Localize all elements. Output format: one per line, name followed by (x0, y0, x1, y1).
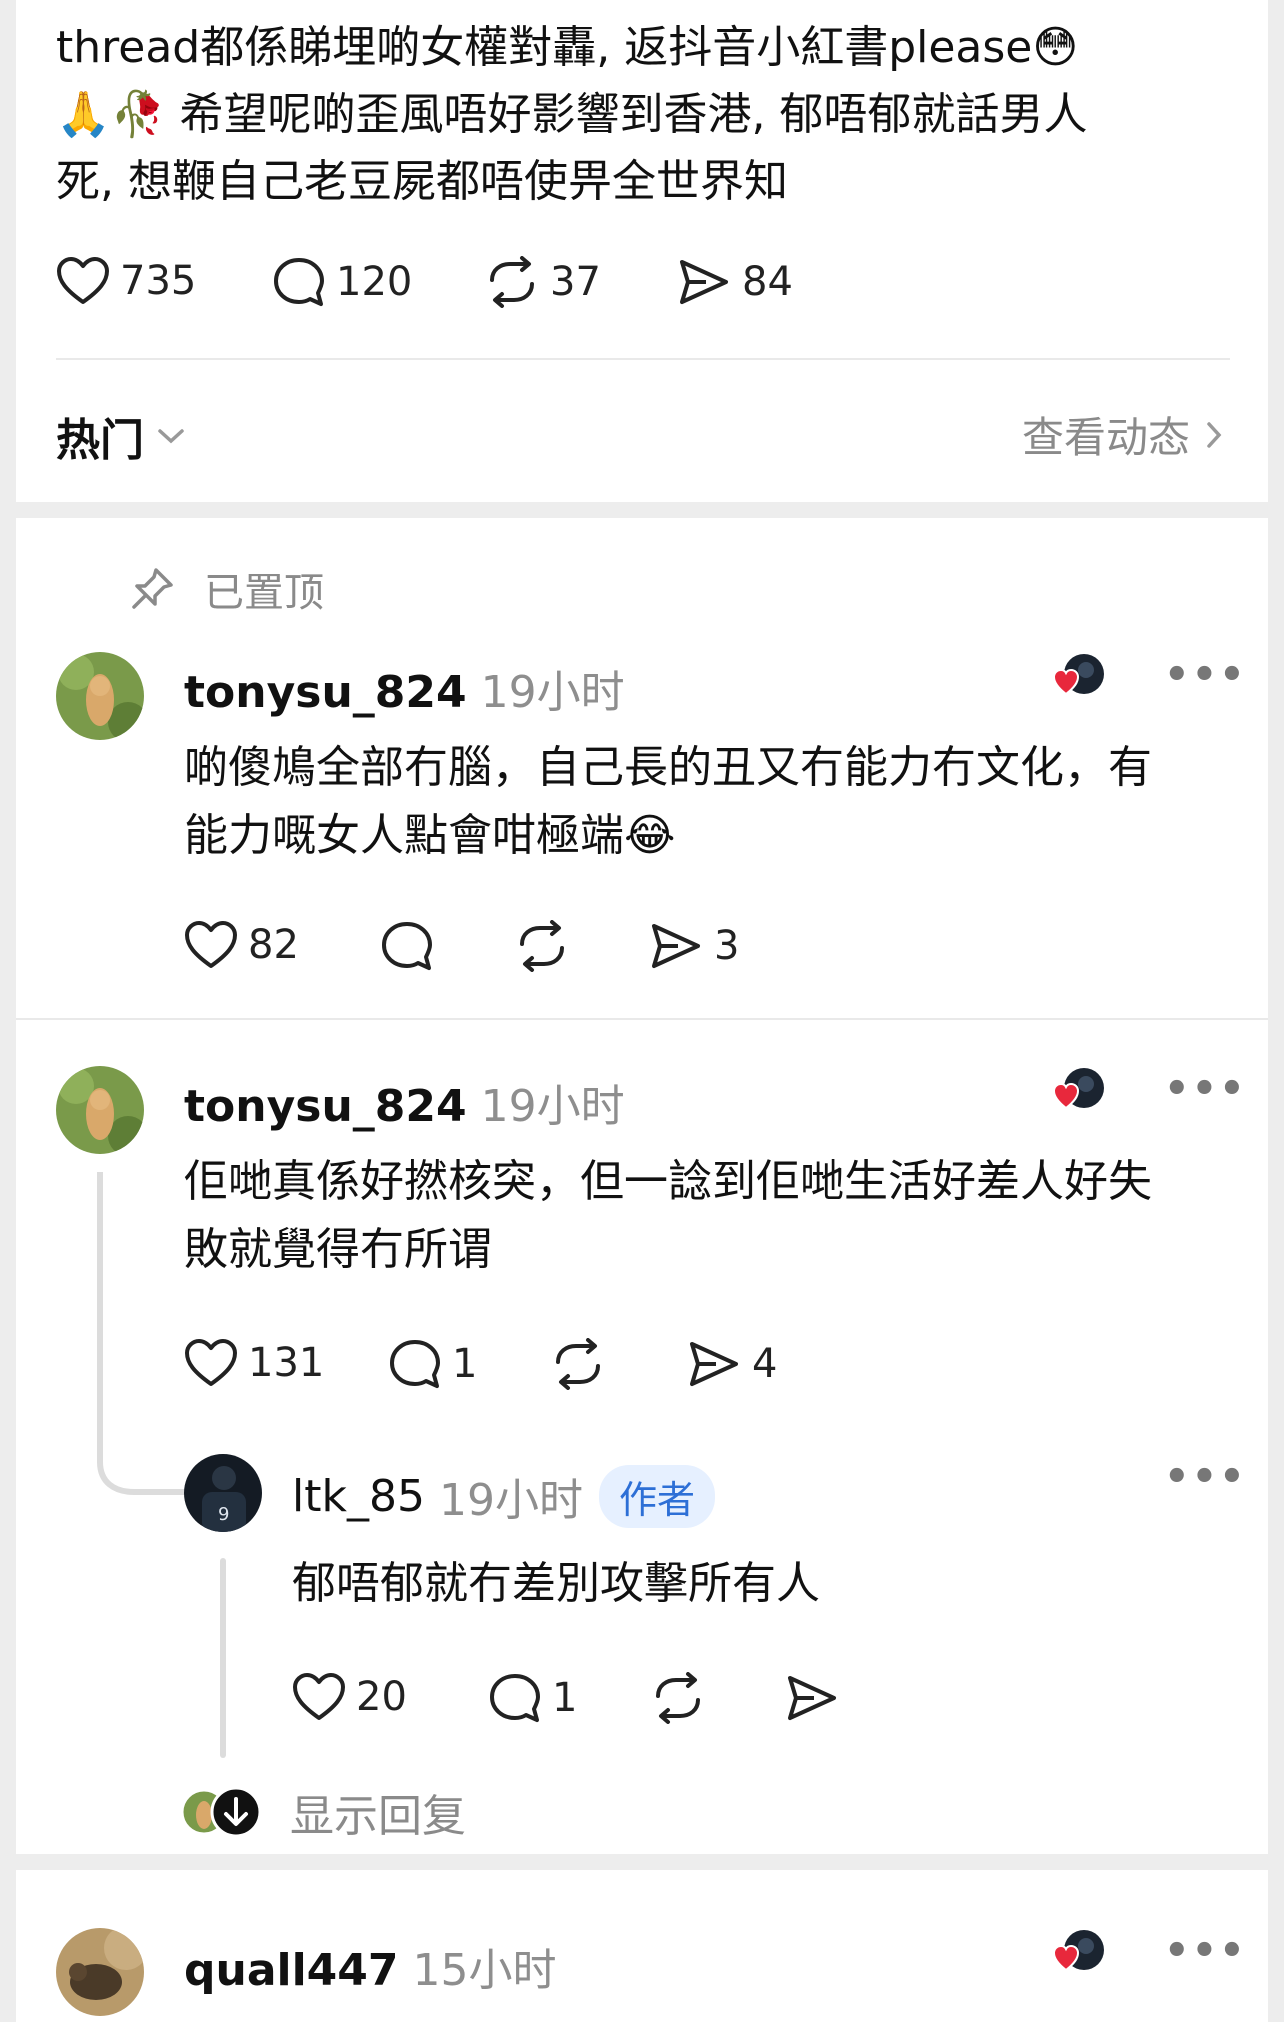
comment-like-button[interactable]: 82 (184, 920, 299, 970)
heart-icon (293, 1673, 345, 1720)
comment-icon (390, 1340, 440, 1388)
pinned-label: 已置顶 (204, 570, 324, 616)
repost-icon (520, 920, 564, 972)
more-options-icon[interactable]: ••• (1164, 1928, 1247, 1974)
thread-connector (97, 1172, 189, 1495)
heart-icon (185, 921, 237, 968)
share-count: 4 (752, 1341, 778, 1387)
username[interactable]: quall447 (184, 1945, 399, 1996)
more-options-icon[interactable]: ••• (1164, 652, 1247, 698)
comment-icon (490, 1674, 540, 1722)
post-share-count: 84 (742, 259, 793, 305)
show-replies-button[interactable]: 显示回复 (180, 1780, 466, 1844)
chevron-down-icon (158, 429, 184, 444)
timestamp: 19小时 (480, 1081, 625, 1132)
pinned-indicator: 已置顶 (128, 560, 324, 618)
comment-icon (382, 922, 432, 970)
avatar[interactable]: 9 (184, 1454, 262, 1532)
share-icon (690, 1342, 738, 1386)
reply-text: 郁唔郁就冇差別攻擊所有人 (292, 1558, 820, 1609)
comment-author[interactable]: quall447 15小时 (184, 1934, 557, 1998)
heart-icon (185, 1339, 237, 1386)
comment-repost-button[interactable] (514, 920, 570, 972)
reply-count: 1 (552, 1675, 578, 1721)
view-activity-label: 查看动态 (1021, 413, 1190, 462)
post-share-button[interactable]: 84 (676, 256, 793, 308)
comment-text: 佢哋真係好撚核突，但一諗到佢哋生活好差人好失 敗就覺得冇所谓 (184, 1156, 1152, 1275)
comment-repost-button[interactable] (550, 1338, 606, 1390)
share-icon (788, 1676, 836, 1720)
avatar[interactable] (56, 1066, 144, 1154)
repost-icon (656, 1672, 700, 1724)
reply-share-button[interactable] (784, 1672, 840, 1724)
username[interactable]: tonysu_824 (184, 1081, 467, 1132)
heart-icon (57, 257, 109, 304)
share-icon (652, 924, 700, 968)
like-count: 20 (356, 1674, 407, 1720)
post-text: thread都係睇埋啲女權對轟, 返抖音小紅書please😳 🙏🥀 希望呢啲歪風… (56, 22, 1088, 207)
author-badge: 作者 (598, 1464, 715, 1528)
avatar[interactable] (56, 652, 144, 740)
share-icon (680, 260, 728, 304)
post-comment-button[interactable]: 120 (272, 256, 412, 308)
comment-author[interactable]: tonysu_824 19小时 (184, 1070, 625, 1134)
comment-reply-button[interactable]: 1 (388, 1338, 477, 1390)
post-like-count: 735 (120, 258, 197, 304)
avatar[interactable] (56, 1928, 144, 2016)
more-options-icon[interactable]: ••• (1164, 1066, 1247, 1112)
like-count: 82 (248, 922, 299, 968)
share-count: 3 (714, 923, 740, 969)
comment-text: 啲傻鳩全部冇腦，自己長的丑又冇能力冇文化，有 能力嘅女人點會咁極端😂 (184, 742, 1152, 861)
like-count: 131 (248, 1340, 325, 1386)
comment-divider (16, 1018, 1268, 1020)
comment-share-button[interactable]: 4 (686, 1338, 777, 1390)
reply-avatars-icon (180, 1786, 262, 1838)
reply-author[interactable]: ltk_85 19小时 作者 (292, 1464, 715, 1528)
post-repost-count: 37 (550, 259, 601, 305)
username[interactable]: tonysu_824 (184, 667, 467, 718)
post-comment-count: 120 (336, 259, 413, 305)
post-repost-button[interactable]: 37 (484, 256, 601, 308)
username[interactable]: ltk_85 (292, 1471, 425, 1522)
timestamp: 19小时 (480, 667, 625, 718)
reply-repost-button[interactable] (650, 1672, 706, 1724)
chevron-right-icon (1207, 421, 1222, 448)
view-activity-link[interactable]: 查看动态 (1022, 404, 1224, 465)
reply-reply-button[interactable]: 1 (488, 1672, 577, 1724)
timestamp: 19小时 (438, 1475, 583, 1526)
author-liked-icon (1052, 654, 1104, 696)
sort-label: 热门 (56, 415, 144, 466)
comment-icon (274, 258, 324, 306)
comment-author[interactable]: tonysu_824 19小时 (184, 656, 625, 720)
reply-like-button[interactable]: 20 (292, 1672, 407, 1722)
reply-thread-line (220, 1558, 226, 1758)
show-replies-label: 显示回复 (290, 1791, 466, 1842)
sort-dropdown[interactable]: 热门 (56, 404, 186, 468)
author-liked-icon (1052, 1068, 1104, 1110)
repost-icon (556, 1338, 600, 1390)
post-divider (56, 358, 1230, 360)
comment-like-button[interactable]: 131 (184, 1338, 324, 1388)
more-options-icon[interactable]: ••• (1164, 1454, 1247, 1500)
post-like-button[interactable]: 735 (56, 256, 196, 306)
comment-reply-button[interactable] (380, 920, 434, 972)
pin-icon (132, 568, 173, 609)
repost-icon (490, 256, 534, 308)
svg-text:9: 9 (218, 1504, 229, 1525)
author-liked-icon (1052, 1930, 1104, 1972)
comment-share-button[interactable]: 3 (648, 920, 739, 972)
timestamp: 15小时 (412, 1945, 557, 1996)
reply-count: 1 (452, 1341, 478, 1387)
